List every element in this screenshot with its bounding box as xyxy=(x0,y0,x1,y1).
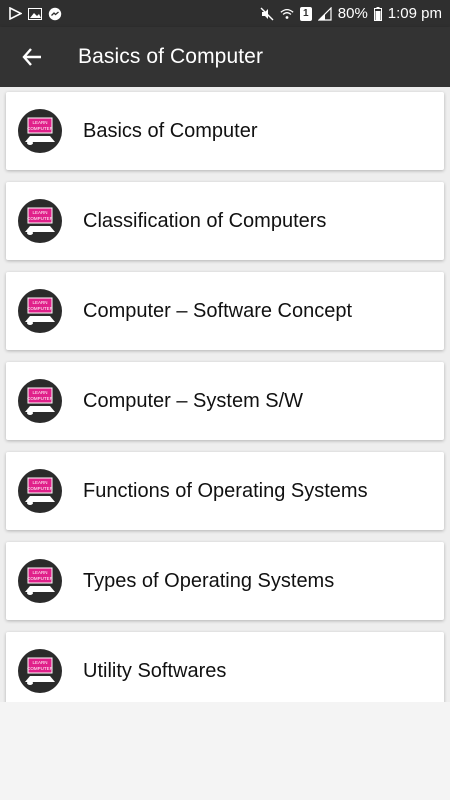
learn-computer-icon: LEARN COMPUTER xyxy=(18,199,62,243)
list-item-label: Basics of Computer xyxy=(83,119,258,142)
list-item-label: Utility Softwares xyxy=(83,659,227,682)
list-item[interactable]: LEARN COMPUTER Types of Operating System… xyxy=(6,542,444,620)
messenger-icon xyxy=(48,7,62,21)
icon-text-line2: COMPUTER xyxy=(27,126,54,131)
list-item-label: Computer – Software Concept xyxy=(83,299,353,322)
icon-text-line1: LEARN xyxy=(32,300,47,305)
icon-text-line2: COMPUTER xyxy=(27,666,54,671)
clock: 1:09 pm xyxy=(387,5,442,22)
mute-icon xyxy=(260,7,274,21)
list-item-label: Computer – System S/W xyxy=(83,389,304,412)
status-notifications xyxy=(8,7,62,21)
icon-text-line1: LEARN xyxy=(32,210,47,215)
list-item[interactable]: LEARN COMPUTER Utility Softwares xyxy=(6,632,444,702)
icon-text-line2: COMPUTER xyxy=(27,576,54,581)
play-store-icon xyxy=(8,7,22,21)
gallery-icon xyxy=(28,7,42,21)
learn-computer-icon: LEARN COMPUTER xyxy=(18,469,62,513)
wifi-icon xyxy=(280,7,294,21)
learn-computer-icon: LEARN COMPUTER xyxy=(18,649,62,693)
battery-icon xyxy=(373,6,382,21)
app-bar: Basics of Computer xyxy=(0,27,450,87)
list-item[interactable]: LEARN COMPUTER Basics of Computer xyxy=(6,92,444,170)
icon-text-line2: COMPUTER xyxy=(27,486,54,491)
status-system: 1 80% 1:09 pm xyxy=(260,5,442,22)
icon-text-line1: LEARN xyxy=(32,480,47,485)
list-item[interactable]: LEARN COMPUTER Computer – Software Conce… xyxy=(6,272,444,350)
back-button[interactable] xyxy=(8,33,56,81)
list-item-label: Classification of Computers xyxy=(83,209,327,232)
list-item-label: Functions of Operating Systems xyxy=(83,479,368,502)
status-bar: 1 80% 1:09 pm xyxy=(0,0,450,27)
learn-computer-icon: LEARN COMPUTER xyxy=(18,379,62,423)
icon-text-line2: COMPUTER xyxy=(27,216,54,221)
list-item[interactable]: LEARN COMPUTER Computer – System S/W xyxy=(6,362,444,440)
arrow-back-icon xyxy=(22,48,41,66)
icon-text-line1: LEARN xyxy=(32,660,47,665)
battery-percent: 80% xyxy=(337,5,368,22)
list-item[interactable]: LEARN COMPUTER Functions of Operating Sy… xyxy=(6,452,444,530)
learn-computer-icon: LEARN COMPUTER xyxy=(18,559,62,603)
icon-text-line1: LEARN xyxy=(32,120,47,125)
learn-computer-icon: LEARN COMPUTER xyxy=(18,109,62,153)
signal-icon xyxy=(317,6,332,21)
list-item-label: Types of Operating Systems xyxy=(83,569,335,592)
empty-area xyxy=(0,702,450,800)
icon-text-line2: COMPUTER xyxy=(27,306,54,311)
sim-icon: 1 xyxy=(299,6,312,21)
list-item[interactable]: LEARN COMPUTER Classification of Compute… xyxy=(6,182,444,260)
icon-text-line1: LEARN xyxy=(32,390,47,395)
topic-list: LEARN COMPUTER Basics of Computer LEARN … xyxy=(0,87,450,702)
learn-computer-icon: LEARN COMPUTER xyxy=(18,289,62,333)
page-title: Basics of Computer xyxy=(78,45,264,68)
icon-text-line2: COMPUTER xyxy=(27,396,54,401)
icon-text-line1: LEARN xyxy=(32,570,47,575)
